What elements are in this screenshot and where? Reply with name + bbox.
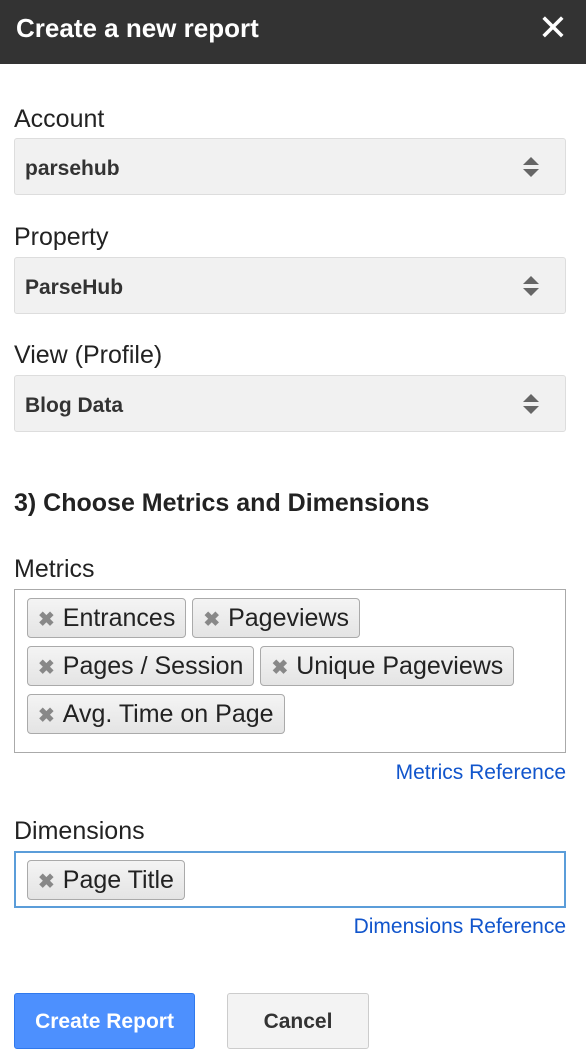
remove-icon[interactable]: ✖ bbox=[203, 609, 220, 631]
select-arrows-icon bbox=[523, 392, 539, 416]
remove-icon[interactable]: ✖ bbox=[271, 657, 288, 679]
dimensions-input[interactable]: ✖ Page Title bbox=[14, 851, 566, 908]
metric-chip: ✖ Entrances bbox=[27, 598, 187, 638]
dialog-title: Create a new report bbox=[16, 13, 259, 43]
chip-label: Page Title bbox=[62, 866, 174, 894]
dialog-header: Create a new report ✕ bbox=[0, 0, 586, 64]
select-arrows-icon bbox=[523, 155, 539, 179]
view-label: View (Profile) bbox=[14, 341, 163, 369]
metric-chip: ✖ Unique Pageviews bbox=[260, 646, 515, 686]
account-select[interactable]: parsehub bbox=[14, 138, 566, 195]
remove-icon[interactable]: ✖ bbox=[38, 871, 55, 893]
chip-label: Pageviews bbox=[228, 604, 349, 632]
cancel-button[interactable]: Cancel bbox=[227, 993, 369, 1049]
view-value: Blog Data bbox=[25, 394, 124, 417]
remove-icon[interactable]: ✖ bbox=[38, 705, 55, 727]
chip-label: Entrances bbox=[62, 604, 176, 632]
select-arrows-icon bbox=[523, 274, 539, 298]
remove-icon[interactable]: ✖ bbox=[38, 609, 55, 631]
metric-chip: ✖ Pageviews bbox=[192, 598, 360, 638]
chip-label: Avg. Time on Page bbox=[62, 700, 274, 728]
chip-label: Unique Pageviews bbox=[296, 652, 504, 680]
create-report-button[interactable]: Create Report bbox=[14, 993, 195, 1049]
property-label: Property bbox=[14, 223, 109, 251]
close-icon[interactable]: ✕ bbox=[538, 10, 568, 46]
chip-label: Pages / Session bbox=[62, 652, 244, 680]
dimensions-reference-link[interactable]: Dimensions Reference bbox=[354, 915, 566, 939]
section-heading: 3) Choose Metrics and Dimensions bbox=[14, 489, 430, 517]
remove-icon[interactable]: ✖ bbox=[38, 657, 55, 679]
property-select[interactable]: ParseHub bbox=[14, 257, 566, 314]
dimension-chip: ✖ Page Title bbox=[27, 860, 185, 900]
metrics-reference-link[interactable]: Metrics Reference bbox=[396, 761, 566, 785]
account-value: parsehub bbox=[25, 157, 120, 180]
account-label: Account bbox=[14, 105, 105, 133]
property-value: ParseHub bbox=[25, 276, 124, 299]
metrics-label: Metrics bbox=[14, 555, 95, 583]
metrics-input[interactable]: ✖ Entrances ✖ Pageviews ✖ Pages / Session ✖ Un… bbox=[14, 589, 566, 753]
view-select[interactable]: Blog Data bbox=[14, 375, 566, 432]
metric-chip: ✖ Pages / Session bbox=[27, 646, 255, 686]
metric-chip: ✖ Avg. Time on Page bbox=[27, 694, 285, 734]
dimensions-label: Dimensions bbox=[14, 817, 145, 845]
